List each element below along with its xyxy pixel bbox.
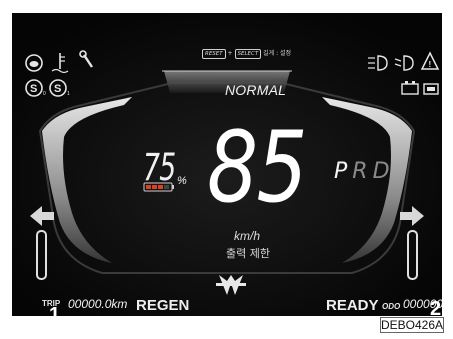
callout-1: 1 [49, 304, 61, 316]
reset-tag: RESET [202, 49, 226, 59]
odometer-label: ODO [382, 302, 401, 311]
power-limit-status: 출력 제한 [226, 247, 270, 260]
settings-hint-text: 길게 : 설정 [263, 50, 292, 57]
battery-percent-unit: % [177, 175, 187, 187]
svg-text:!: ! [429, 60, 432, 69]
svg-text:S: S [30, 83, 37, 95]
svg-text:S: S [54, 83, 61, 95]
battery-percent: 75 [143, 146, 176, 189]
ready-indicator: READY [326, 297, 379, 314]
trip-value: 00000.0km [68, 297, 128, 311]
gear-r: R [352, 159, 373, 184]
gear-indicator: PRD [334, 159, 395, 184]
figure-frame: S 0 S 1 ! RESET + SELECT 길게: 설정 NORMAL … [0, 0, 453, 339]
speed-value: 85 [207, 111, 308, 225]
regen-indicator: REGEN [136, 297, 190, 314]
callout-2: 2 [430, 298, 442, 316]
speed-unit: km/h [234, 229, 261, 243]
svg-text:0: 0 [43, 91, 46, 97]
svg-text:1: 1 [67, 91, 70, 97]
figure-id-label: DEBO426A [380, 317, 444, 333]
drive-mode: NORMAL [225, 82, 287, 98]
instrument-cluster: S 0 S 1 ! RESET + SELECT 길게: 설정 NORMAL … [12, 13, 442, 316]
select-tag: SELECT [234, 49, 262, 59]
gear-p: P [334, 159, 353, 184]
gear-d: D [372, 159, 395, 184]
settings-hint: RESET + SELECT 길게 : 설정 [202, 48, 291, 59]
